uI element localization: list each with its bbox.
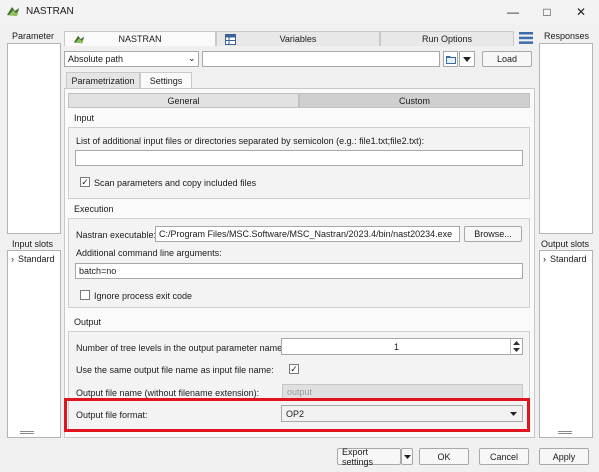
spinbox-buttons[interactable] bbox=[510, 339, 522, 354]
tab-variables-label: Variables bbox=[279, 34, 317, 44]
load-button[interactable]: Load bbox=[482, 51, 532, 67]
browse-button[interactable]: Browse... bbox=[464, 226, 522, 242]
nastran-executable-input[interactable]: C:/Program Files/MSC.Software/MSC_Nastra… bbox=[155, 226, 460, 242]
output-slot-label: Standard bbox=[550, 254, 587, 264]
input-slots-list[interactable]: › Standard bbox=[7, 250, 61, 438]
chevron-right-icon[interactable]: › bbox=[11, 254, 14, 264]
splitter-handle-left[interactable] bbox=[20, 431, 34, 434]
spin-up-icon[interactable] bbox=[513, 341, 520, 345]
folder-icon bbox=[446, 56, 456, 64]
tab-parametrization[interactable]: Parametrization bbox=[66, 72, 140, 88]
path-history-dropdown[interactable] bbox=[459, 51, 475, 67]
responses-list[interactable] bbox=[539, 43, 593, 234]
tab-general[interactable]: General bbox=[68, 93, 299, 108]
scan-parameters-label: Scan parameters and copy included files bbox=[94, 178, 257, 188]
ignore-exit-code-checkbox[interactable] bbox=[80, 290, 90, 300]
checkmark-icon: ✓ bbox=[290, 363, 298, 374]
chevron-right-icon[interactable]: › bbox=[543, 254, 546, 264]
export-settings-button[interactable]: Export settings bbox=[337, 446, 401, 467]
output-format-value: OP2 bbox=[286, 409, 305, 419]
additional-files-input[interactable] bbox=[75, 150, 523, 166]
nastran-executable-value: C:/Program Files/MSC.Software/MSC_Nastra… bbox=[159, 229, 453, 239]
export-settings-label: Export settings bbox=[342, 446, 374, 467]
cancel-button-label: Cancel bbox=[489, 451, 518, 462]
tree-item-standard-output[interactable]: › Standard bbox=[543, 254, 587, 264]
tab-run-options-label: Run Options bbox=[421, 34, 473, 44]
path-mode-value: Absolute path bbox=[68, 54, 124, 64]
tree-levels-label: Number of tree levels in the output para… bbox=[76, 343, 285, 353]
tab-custom-label: Custom bbox=[398, 95, 430, 106]
browse-button-label: Browse... bbox=[474, 229, 512, 239]
additional-args-value: batch=no bbox=[79, 266, 117, 276]
triangle-down-icon bbox=[463, 56, 471, 62]
table-icon bbox=[225, 34, 236, 45]
minimize-icon[interactable]: — bbox=[496, 0, 530, 24]
hamburger-menu-icon[interactable] bbox=[519, 32, 533, 44]
chevron-down-icon[interactable]: ⌄ bbox=[188, 53, 196, 64]
output-slots-list[interactable]: › Standard bbox=[539, 250, 593, 438]
triangle-down-icon bbox=[510, 412, 517, 416]
tab-settings-label: Settings bbox=[149, 75, 183, 86]
tab-settings[interactable]: Settings bbox=[140, 72, 192, 88]
additional-args-input[interactable]: batch=no bbox=[75, 263, 523, 279]
output-file-name-placeholder: output bbox=[287, 387, 313, 397]
tree-levels-spinbox[interactable]: 1 bbox=[281, 338, 523, 355]
parameter-list[interactable] bbox=[7, 43, 61, 234]
path-mode-select[interactable]: Absolute path ⌄ bbox=[64, 51, 199, 67]
scan-parameters-checkbox[interactable]: ✓ bbox=[80, 177, 90, 187]
nastran-app-icon bbox=[7, 7, 19, 16]
export-settings-dropdown[interactable] bbox=[401, 448, 413, 465]
folder-open-button[interactable] bbox=[443, 51, 458, 67]
output-slots-label: Output slots bbox=[541, 239, 590, 249]
tab-parametrization-label: Parametrization bbox=[71, 75, 135, 86]
input-group-title: Input bbox=[74, 113, 95, 123]
execution-group-title: Execution bbox=[74, 204, 114, 214]
tree-item-standard-input[interactable]: › Standard bbox=[11, 254, 55, 264]
same-name-label: Use the same output file name as input f… bbox=[76, 365, 274, 375]
parameter-label: Parameter bbox=[12, 31, 55, 41]
ignore-exit-code-label: Ignore process exit code bbox=[94, 291, 193, 301]
additional-files-label: List of additional input files or direct… bbox=[76, 136, 425, 146]
spin-down-icon[interactable] bbox=[513, 348, 520, 352]
triangle-down-icon bbox=[403, 454, 411, 459]
window-title: NASTRAN bbox=[26, 6, 74, 17]
tab-nastran-label: NASTRAN bbox=[118, 34, 162, 44]
responses-label: Responses bbox=[544, 31, 590, 41]
tab-general-label: General bbox=[167, 95, 200, 106]
additional-args-label: Additional command line arguments: bbox=[76, 248, 222, 258]
same-name-checkbox[interactable]: ✓ bbox=[289, 364, 299, 374]
output-format-select[interactable]: OP2 bbox=[281, 405, 523, 422]
splitter-handle-right[interactable] bbox=[558, 431, 572, 434]
path-input[interactable] bbox=[202, 51, 440, 67]
input-slot-label: Standard bbox=[18, 254, 55, 264]
ok-button-label: OK bbox=[437, 451, 451, 462]
load-button-label: Load bbox=[496, 54, 518, 64]
output-format-label: Output file format: bbox=[76, 410, 148, 420]
checkmark-icon: ✓ bbox=[81, 176, 89, 187]
close-icon[interactable]: ✕ bbox=[564, 0, 598, 24]
output-group-title: Output bbox=[74, 317, 102, 327]
ok-button[interactable]: OK bbox=[419, 448, 469, 465]
nastran-tab-icon bbox=[73, 35, 85, 44]
tab-variables[interactable]: Variables bbox=[216, 31, 380, 46]
nastran-executable-label: Nastran executable: bbox=[76, 230, 157, 240]
tab-run-options[interactable]: Run Options bbox=[380, 31, 514, 46]
tab-custom[interactable]: Custom bbox=[299, 93, 530, 108]
cancel-button[interactable]: Cancel bbox=[479, 448, 529, 465]
tree-levels-value: 1 bbox=[394, 342, 400, 352]
input-slots-label: Input slots bbox=[12, 239, 54, 249]
maximize-icon[interactable]: □ bbox=[530, 0, 564, 24]
apply-button-label: Apply bbox=[552, 451, 576, 462]
apply-button[interactable]: Apply bbox=[539, 448, 589, 465]
tab-nastran[interactable]: NASTRAN bbox=[64, 31, 216, 46]
output-file-name-label: Output file name (without filename exten… bbox=[76, 388, 260, 398]
